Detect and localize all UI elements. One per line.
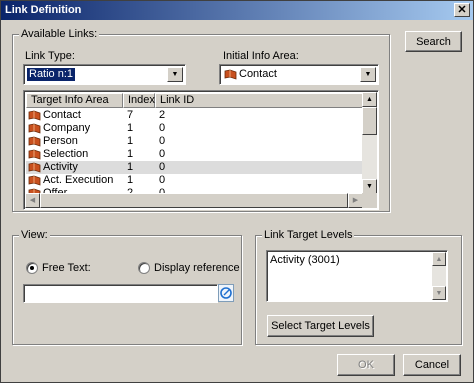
vertical-scrollbar[interactable]: ▲ ▼ (362, 92, 377, 194)
target-info-area-cell: Activity (26, 161, 123, 174)
index-cell: 1 (127, 148, 134, 160)
initial-info-area-value: Contact (239, 68, 277, 80)
cancel-button[interactable]: Cancel (403, 354, 461, 376)
scroll-up-icon[interactable]: ▲ (362, 92, 377, 107)
target-info-area-cell: Contact (26, 109, 123, 122)
book-icon (28, 123, 41, 134)
link-id-cell: 0 (159, 161, 166, 173)
target-info-area-cell: Selection (26, 148, 123, 161)
book-icon (28, 149, 41, 160)
index-cell: 1 (127, 161, 134, 173)
scroll-down-icon[interactable]: ▼ (432, 286, 446, 300)
available-links-label: Available Links: (19, 28, 100, 40)
scroll-thumb[interactable] (362, 107, 377, 135)
display-reference-label: Display reference (154, 262, 240, 274)
links-list[interactable]: Target Info Area Index Link ID Contact 7 2… (23, 90, 379, 210)
list-item[interactable]: Person 1 0 (26, 135, 363, 148)
book-icon (28, 110, 41, 121)
close-icon[interactable]: ✕ (454, 3, 470, 17)
scroll-left-icon[interactable]: ◀ (25, 193, 40, 208)
target-level-item[interactable]: Activity (3001) (270, 254, 340, 266)
list-header: Target Info Area Index Link ID (26, 93, 366, 108)
index-cell: 7 (127, 109, 134, 121)
select-target-levels-button[interactable]: Select Target Levels (267, 315, 374, 337)
target-info-area-cell: Act. Execution (26, 174, 123, 187)
target-info-area-cell: Company (26, 122, 123, 135)
column-header-target-info-area[interactable]: Target Info Area (26, 93, 123, 108)
free-text-radio[interactable] (26, 262, 38, 274)
book-icon (28, 136, 41, 147)
title-bar: Link Definition ✕ (1, 1, 473, 20)
link-id-cell: 2 (159, 109, 166, 121)
browse-icon[interactable] (218, 284, 234, 302)
link-id-cell: 0 (159, 148, 166, 160)
window-title: Link Definition (5, 4, 82, 16)
free-text-label: Free Text: (42, 262, 91, 274)
link-type-value: Ratio n:1 (27, 68, 76, 81)
list-item[interactable]: Act. Execution 1 0 (26, 174, 363, 187)
area-text: Selection (43, 148, 89, 160)
list-item[interactable]: Selection 1 0 (26, 148, 363, 161)
list-item[interactable]: Activity 1 0 (26, 161, 363, 174)
chevron-down-icon[interactable]: ▼ (360, 67, 376, 82)
area-text: Activity (43, 161, 78, 173)
area-text: Company (43, 122, 91, 134)
target-levels-scrollbar[interactable]: ▲ ▼ (432, 252, 446, 300)
column-header-link-id[interactable]: Link ID (155, 93, 366, 108)
chevron-down-icon[interactable]: ▼ (167, 67, 183, 82)
area-text: Act. Execution (43, 174, 114, 186)
search-button[interactable]: Search (405, 31, 462, 52)
hscroll-thumb[interactable] (40, 193, 348, 208)
area-text: Person (43, 135, 78, 147)
list-item[interactable]: Contact 7 2 (26, 109, 363, 122)
link-type-label: Link Type: (25, 50, 75, 62)
horizontal-scrollbar[interactable]: ◀ ▶ (25, 193, 363, 208)
link-definition-dialog: Link Definition ✕ Available Links: Link … (0, 0, 474, 383)
target-info-area-cell: Person (26, 135, 123, 148)
initial-info-area-label: Initial Info Area: (223, 50, 299, 62)
ok-button[interactable]: OK (337, 354, 395, 376)
link-id-cell: 0 (159, 174, 166, 186)
initial-info-area-combo[interactable]: Contact ▼ (219, 64, 379, 85)
scroll-down-icon[interactable]: ▼ (362, 179, 377, 194)
book-icon (28, 162, 41, 173)
link-icon (220, 287, 232, 299)
index-cell: 1 (127, 135, 134, 147)
book-icon (28, 175, 41, 186)
book-icon (224, 69, 237, 80)
link-type-combo[interactable]: Ratio n:1 ▼ (23, 64, 186, 85)
target-levels-list[interactable]: Activity (3001) ▲ ▼ (266, 250, 448, 302)
link-target-levels-label: Link Target Levels (262, 229, 355, 241)
view-label: View: (19, 229, 50, 241)
link-id-cell: 0 (159, 135, 166, 147)
scroll-corner (362, 193, 377, 208)
list-item[interactable]: Company 1 0 (26, 122, 363, 135)
initial-info-area-display: Contact (224, 68, 277, 81)
scroll-right-icon[interactable]: ▶ (348, 193, 363, 208)
scroll-up-icon[interactable]: ▲ (432, 252, 446, 266)
display-reference-radio[interactable] (138, 262, 150, 274)
index-cell: 1 (127, 122, 134, 134)
column-header-index[interactable]: Index (123, 93, 155, 108)
area-text: Contact (43, 109, 81, 121)
link-id-cell: 0 (159, 122, 166, 134)
free-text-input[interactable] (23, 284, 218, 303)
index-cell: 1 (127, 174, 134, 186)
